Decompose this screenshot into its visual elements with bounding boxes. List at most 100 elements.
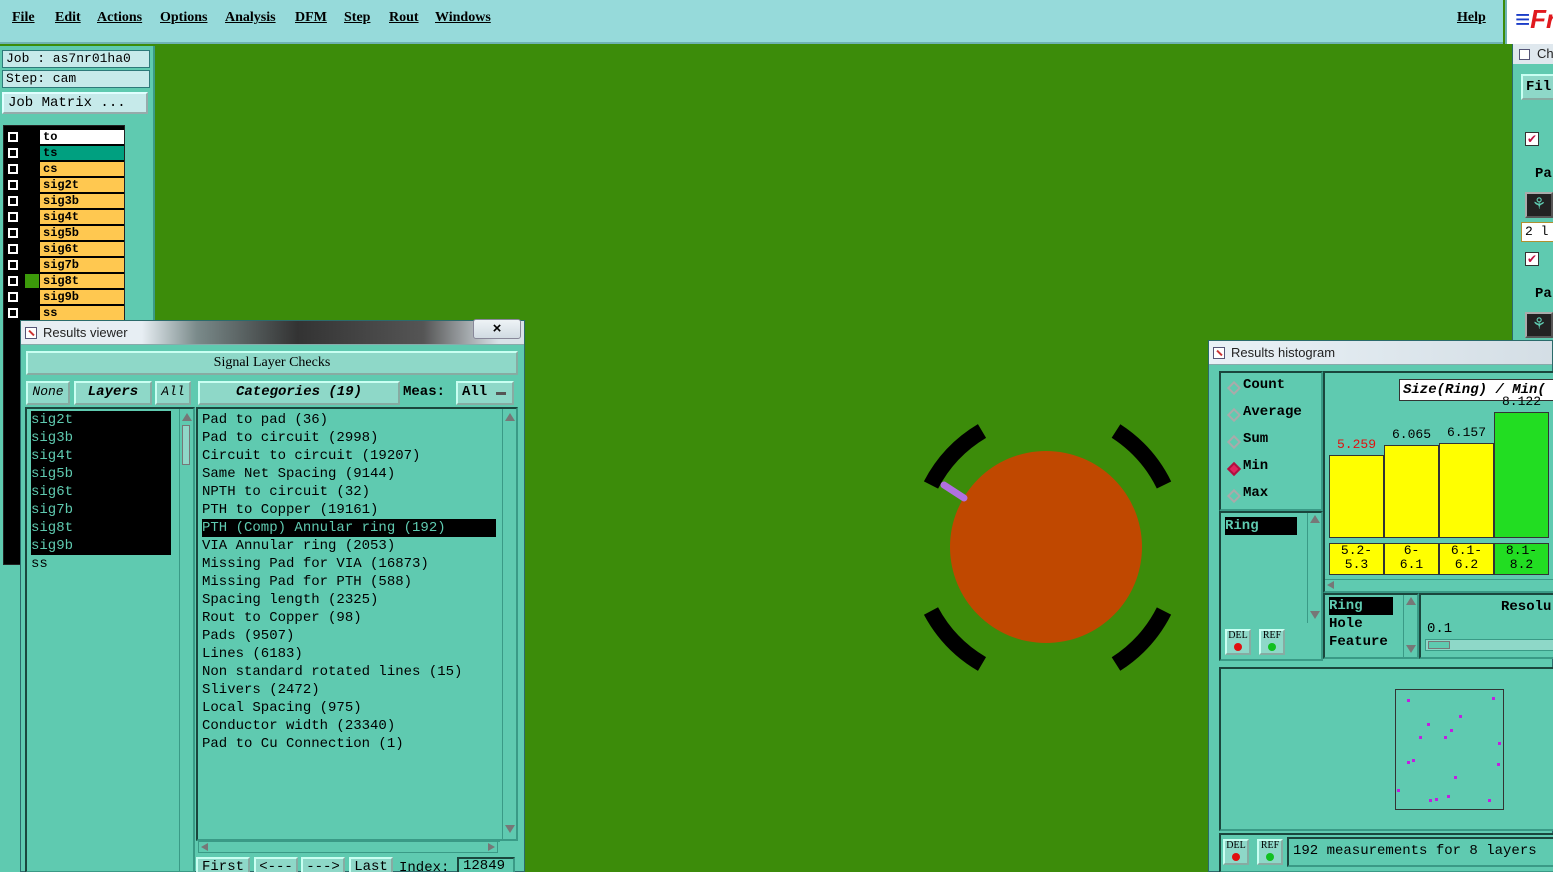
histogram-titlebar[interactable]: Results histogram	[1209, 341, 1552, 365]
mode-radio-max[interactable]	[1226, 488, 1242, 504]
menu-options[interactable]: Options	[160, 10, 207, 26]
checklist-titlebar[interactable]: Ch	[1513, 44, 1553, 64]
file-menu-button[interactable]: Fil	[1521, 74, 1553, 100]
layer-checkbox[interactable]	[8, 148, 18, 158]
type-item[interactable]: Feature	[1329, 633, 1393, 651]
category-item[interactable]: Rout to Copper (98)	[202, 609, 362, 627]
layer-scrollbar[interactable]	[179, 409, 193, 871]
layer-row[interactable]: sig4t	[4, 209, 124, 225]
mode-label[interactable]: Min	[1243, 458, 1268, 474]
scroll-up-icon[interactable]	[1310, 515, 1320, 523]
layer-row[interactable]: sig2t	[4, 177, 124, 193]
layer-name[interactable]: sig5b	[40, 226, 124, 240]
scroll-up-icon[interactable]	[182, 413, 192, 421]
menu-windows[interactable]: Windows	[435, 10, 491, 26]
last-button[interactable]: Last	[349, 857, 393, 872]
category-item[interactable]: Pad to Cu Connection (1)	[202, 735, 404, 753]
category-item[interactable]: NPTH to circuit (32)	[202, 483, 370, 501]
layer-filter-item[interactable]: sig7b	[31, 501, 171, 519]
layer-row[interactable]: sig6t	[4, 241, 124, 257]
layer-filter-item[interactable]: sig3b	[31, 429, 171, 447]
layer-filter-item[interactable]: sig4t	[31, 447, 171, 465]
mode-radio-count[interactable]	[1226, 380, 1242, 396]
layer-name[interactable]: cs	[40, 162, 124, 176]
category-item[interactable]: Pad to circuit (2998)	[202, 429, 378, 447]
mode-radio-average[interactable]	[1226, 407, 1242, 423]
layer-checkbox[interactable]	[8, 244, 18, 254]
check-icon-2[interactable]: ✔	[1525, 252, 1539, 266]
measure-scrollbar[interactable]	[1307, 513, 1321, 623]
layers-button[interactable]: Layers	[74, 381, 152, 405]
category-item[interactable]: Spacing length (2325)	[202, 591, 378, 609]
layer-checkbox[interactable]	[8, 276, 18, 286]
layer-filter-item[interactable]: sig5b	[31, 465, 171, 483]
category-item[interactable]: Local Spacing (975)	[202, 699, 362, 717]
scroll-up-icon[interactable]	[1406, 597, 1416, 605]
category-item[interactable]: Circuit to circuit (19207)	[202, 447, 420, 465]
category-item[interactable]: PTH (Comp) Annular ring (192)	[202, 519, 496, 537]
category-item[interactable]: Missing Pad for PTH (588)	[202, 573, 412, 591]
prev-button[interactable]: <---	[254, 857, 298, 872]
category-item[interactable]: Slivers (2472)	[202, 681, 320, 699]
layer-checkbox[interactable]	[8, 308, 18, 318]
job-matrix-button[interactable]: Job Matrix ...	[2, 92, 148, 114]
meas-select[interactable]: All	[456, 381, 514, 405]
results-viewer-titlebar[interactable]: Results viewer ×	[21, 319, 524, 345]
mode-label[interactable]: Max	[1243, 485, 1268, 501]
layer-row[interactable]: ss	[4, 305, 124, 321]
mode-label[interactable]: Average	[1243, 404, 1302, 420]
menu-step[interactable]: Step	[344, 10, 370, 26]
category-item[interactable]: Pad to pad (36)	[202, 411, 328, 429]
resolution-slider[interactable]	[1425, 639, 1553, 651]
layer-checkbox[interactable]	[8, 292, 18, 302]
layer-row[interactable]: ts	[4, 145, 124, 161]
layer-row[interactable]: to	[4, 129, 124, 145]
layer-row[interactable]: sig9b	[4, 289, 124, 305]
layer-row[interactable]: sig5b	[4, 225, 124, 241]
scroll-down-icon[interactable]	[1406, 645, 1416, 653]
layer-checkbox[interactable]	[8, 228, 18, 238]
histogram-bar[interactable]	[1329, 455, 1384, 538]
categories-h-scrollbar[interactable]	[198, 841, 498, 853]
first-button[interactable]: First	[196, 857, 250, 872]
layer-field[interactable]: 2 l	[1521, 222, 1553, 242]
category-item[interactable]: Pads (9507)	[202, 627, 294, 645]
type-scrollbar[interactable]	[1403, 595, 1417, 657]
layer-checkbox[interactable]	[8, 164, 18, 174]
category-item[interactable]: PTH to Copper (19161)	[202, 501, 378, 519]
scroll-down-icon[interactable]	[505, 825, 515, 833]
category-item[interactable]: Lines (6183)	[202, 645, 303, 663]
menu-analysis[interactable]: Analysis	[225, 10, 276, 26]
ref-button[interactable]: REF	[1259, 629, 1285, 655]
layer-name[interactable]: sig3b	[40, 194, 124, 208]
next-button[interactable]: --->	[301, 857, 345, 872]
layer-filter-item[interactable]: ss	[31, 555, 171, 573]
layer-row[interactable]: sig3b	[4, 193, 124, 209]
layer-row[interactable]: sig7b	[4, 257, 124, 273]
categories-button[interactable]: Categories (19)	[198, 381, 400, 405]
category-item[interactable]: Same Net Spacing (9144)	[202, 465, 395, 483]
layer-filter-item[interactable]: sig6t	[31, 483, 171, 501]
type-item[interactable]: Hole	[1329, 615, 1393, 633]
layer-name[interactable]: sig6t	[40, 242, 124, 256]
action-run-icon[interactable]: ⚘	[1525, 192, 1553, 218]
mode-radio-min[interactable]	[1226, 461, 1242, 477]
category-item[interactable]: Non standard rotated lines (15)	[202, 663, 462, 681]
layer-name[interactable]: sig7b	[40, 258, 124, 272]
histogram-bar[interactable]	[1384, 445, 1439, 538]
mode-label[interactable]: Sum	[1243, 431, 1268, 447]
histogram-bar[interactable]	[1439, 443, 1494, 538]
category-item[interactable]: VIA Annular ring (2053)	[202, 537, 395, 555]
layer-filter-item[interactable]: sig2t	[31, 411, 171, 429]
layer-checkbox[interactable]	[8, 196, 18, 206]
type-item[interactable]: Ring	[1329, 597, 1393, 615]
menu-dfm[interactable]: DFM	[295, 10, 327, 26]
scroll-down-icon[interactable]	[1310, 611, 1320, 619]
layer-name[interactable]: sig8t	[40, 274, 124, 288]
scroll-up-icon[interactable]	[505, 413, 515, 421]
layer-row[interactable]: sig8t	[4, 273, 124, 289]
resolution-slider-thumb[interactable]	[1428, 641, 1450, 649]
ref-button-bottom[interactable]: REF	[1257, 839, 1283, 865]
mode-radio-sum[interactable]	[1226, 434, 1242, 450]
categories-scrollbar[interactable]	[502, 409, 516, 839]
